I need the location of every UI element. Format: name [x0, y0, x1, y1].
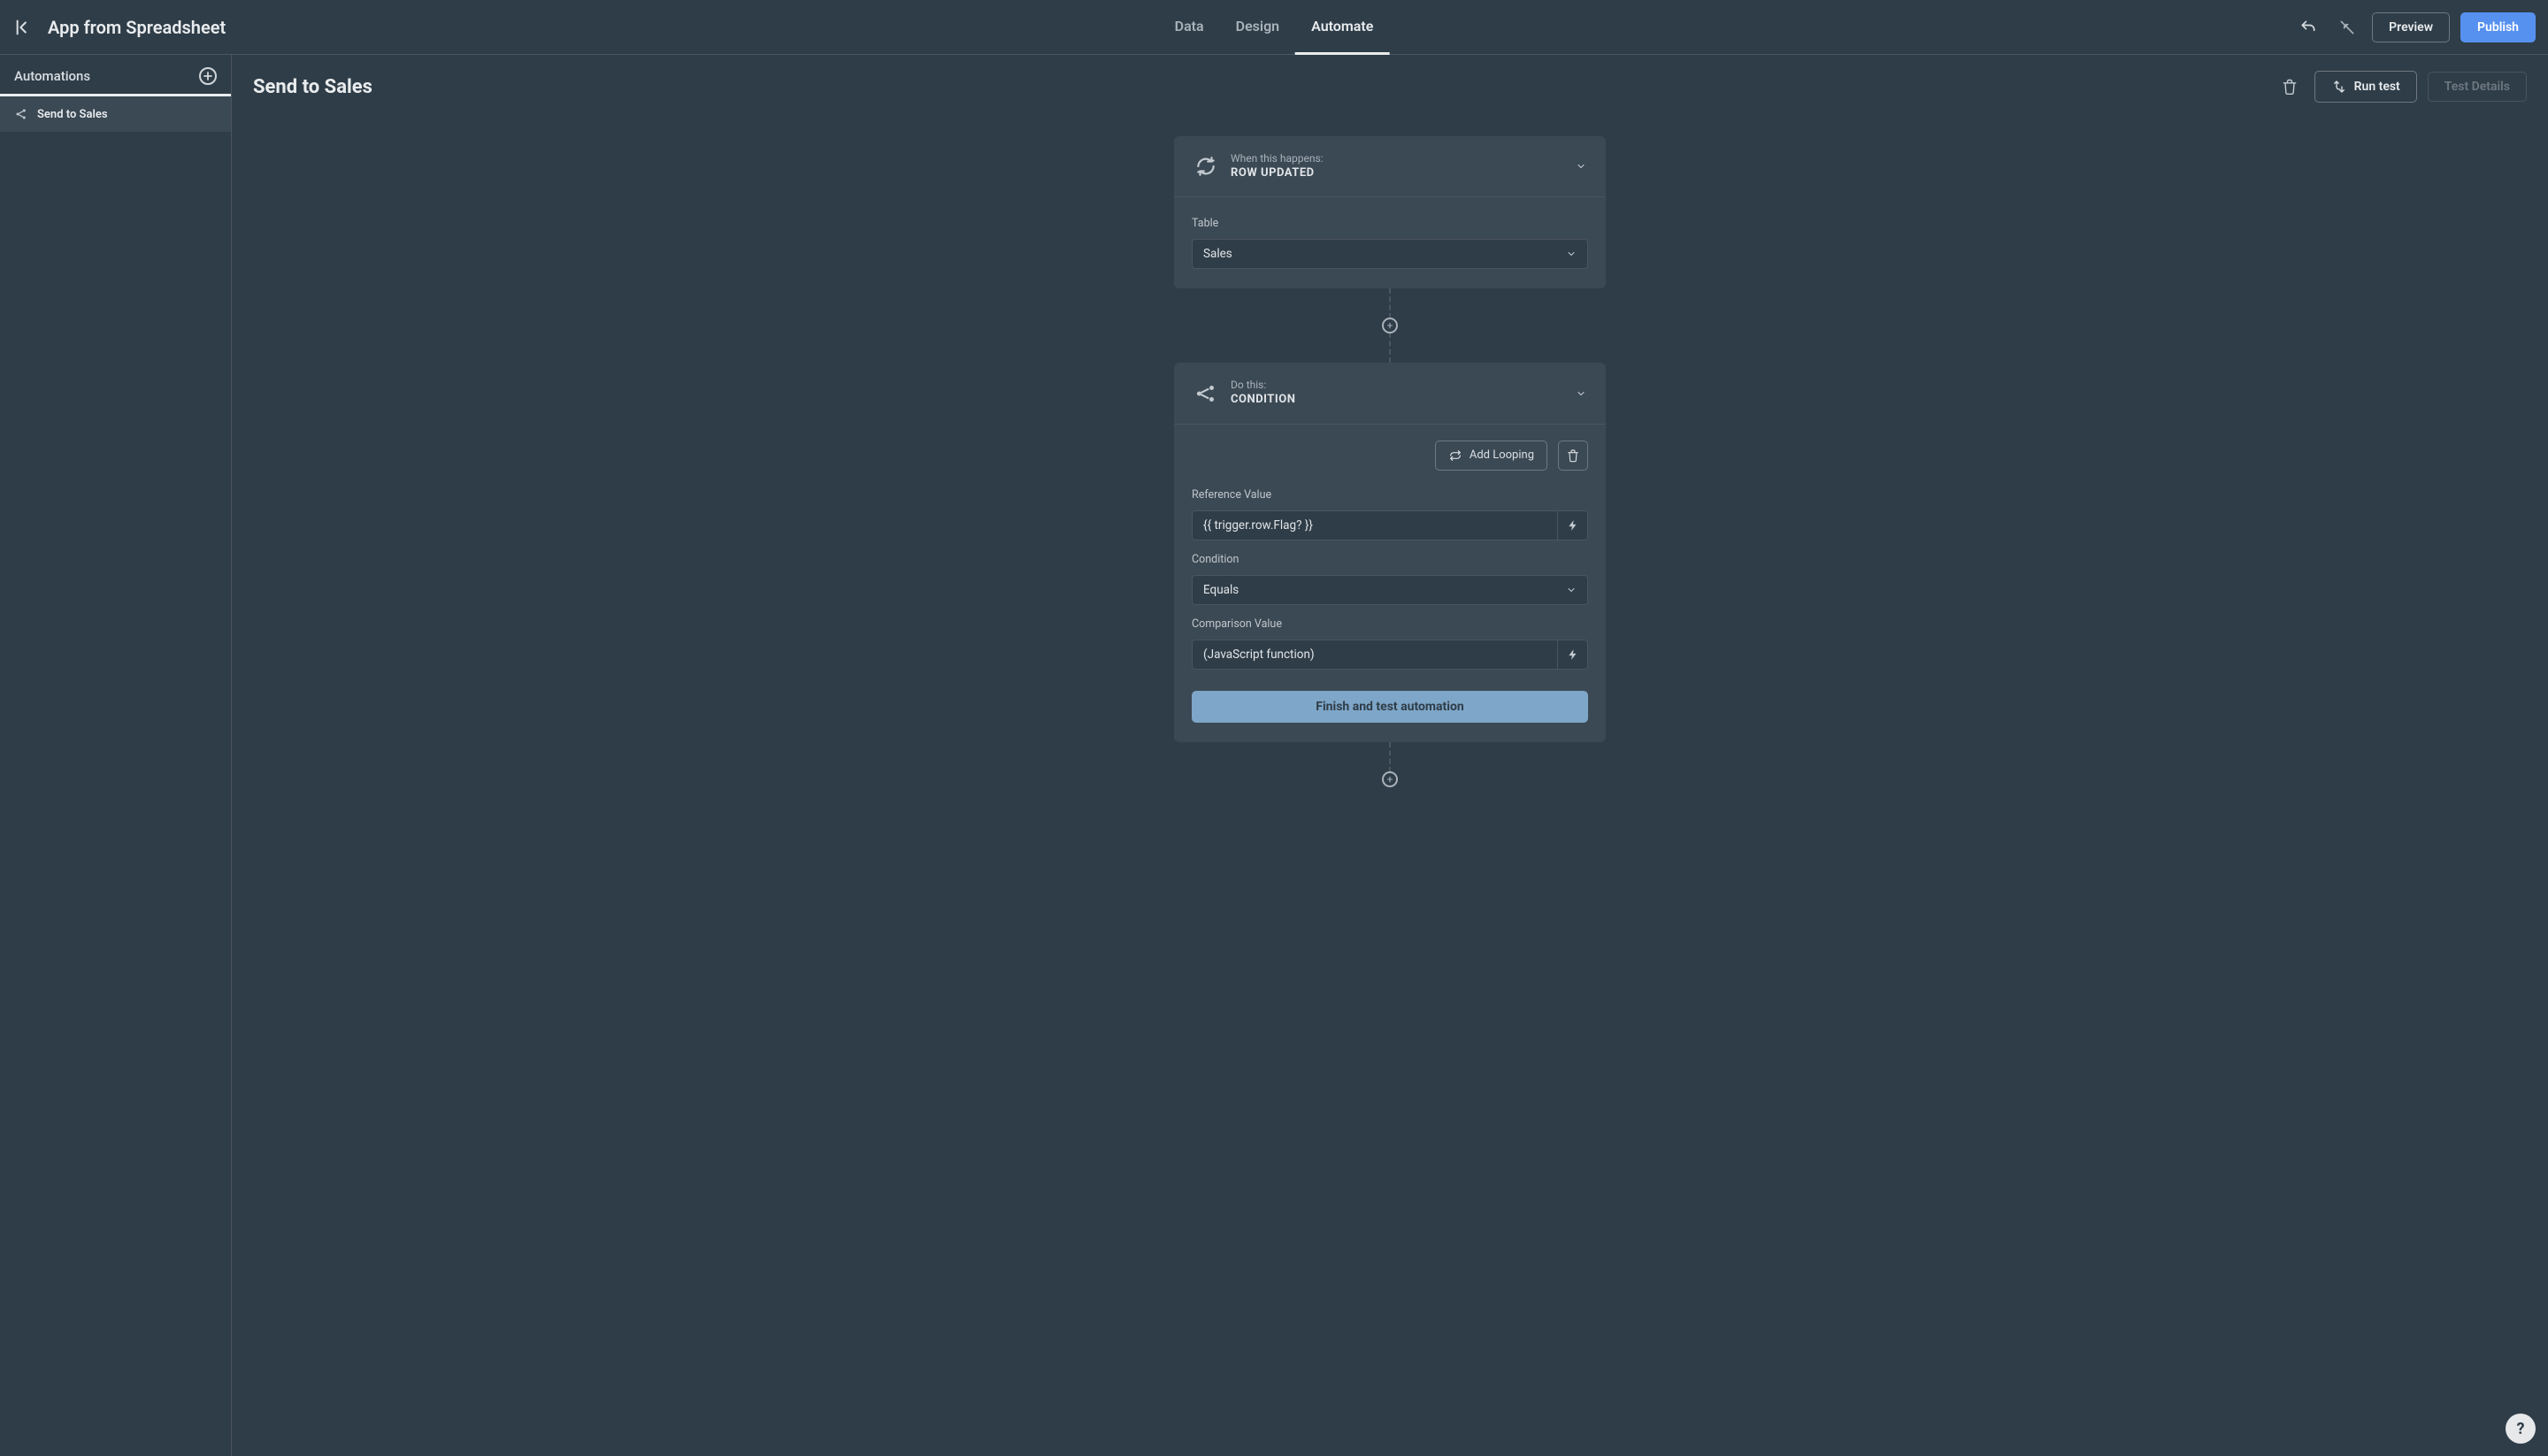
- reference-value-text: {{ trigger.row.Flag? }}: [1203, 518, 1313, 533]
- chevron-down-icon: [1566, 585, 1577, 595]
- chevron-down-icon: [1576, 161, 1586, 172]
- canvas: Send to Sales Run test Test Details: [232, 55, 2548, 1456]
- preview-button[interactable]: Preview: [2372, 12, 2450, 42]
- comparison-value-label: Comparison Value: [1192, 617, 1588, 631]
- condition-field-label: Condition: [1192, 553, 1588, 566]
- delete-step-button[interactable]: [1558, 441, 1588, 471]
- trash-icon: [1566, 448, 1580, 463]
- chevron-down-icon: [1566, 249, 1577, 259]
- undo-icon[interactable]: [2294, 13, 2322, 42]
- comparison-value-input[interactable]: (JavaScript function): [1192, 640, 1558, 670]
- page-title: Send to Sales: [253, 76, 372, 98]
- condition-select-value: Equals: [1203, 583, 1239, 597]
- reference-value-bolt-button[interactable]: [1558, 510, 1588, 540]
- sidebar-title: Automations: [14, 68, 90, 84]
- reference-value-label: Reference Value: [1192, 488, 1588, 502]
- run-test-icon: [2331, 79, 2347, 95]
- reference-value-input[interactable]: {{ trigger.row.Flag? }}: [1192, 510, 1558, 540]
- app-title: App from Spreadsheet: [48, 17, 226, 38]
- canvas-header: Send to Sales Run test Test Details: [232, 55, 2548, 111]
- trigger-card: When this happens: ROW UPDATED Table Sal…: [1174, 136, 1606, 288]
- trigger-title: ROW UPDATED: [1231, 166, 1324, 181]
- tab-data[interactable]: Data: [1159, 0, 1220, 55]
- top-tabs: Data Design Automate: [1159, 0, 1390, 55]
- flow-connector: [1389, 333, 1391, 363]
- sidebar-item-label: Send to Sales: [37, 108, 108, 121]
- condition-card: Do this: CONDITION Add Looping: [1174, 363, 1606, 741]
- back-icon[interactable]: [12, 16, 35, 39]
- test-details-button: Test Details: [2428, 72, 2527, 102]
- add-automation-icon[interactable]: [199, 67, 217, 85]
- flow-area: When this happens: ROW UPDATED Table Sal…: [232, 111, 2548, 1456]
- add-looping-label: Add Looping: [1470, 448, 1534, 462]
- comparison-value-text: (JavaScript function): [1203, 648, 1315, 662]
- table-field-label: Table: [1192, 217, 1588, 230]
- action-supertitle: Do this:: [1231, 379, 1295, 393]
- condition-card-header[interactable]: Do this: CONDITION: [1174, 363, 1606, 424]
- add-step-icon[interactable]: +: [1382, 318, 1398, 333]
- trigger-supertitle: When this happens:: [1231, 152, 1324, 166]
- sidebar-item-send-to-sales[interactable]: Send to Sales: [0, 96, 231, 132]
- tab-automate[interactable]: Automate: [1295, 0, 1389, 55]
- action-title: CONDITION: [1231, 393, 1295, 408]
- sidebar: Automations Send to Sales: [0, 55, 232, 1456]
- chevron-down-icon: [1576, 388, 1586, 399]
- bolt-icon: [1567, 648, 1579, 661]
- delete-automation-icon[interactable]: [2276, 73, 2304, 101]
- add-looping-button[interactable]: Add Looping: [1435, 441, 1547, 471]
- run-test-button[interactable]: Run test: [2314, 71, 2417, 103]
- looping-icon: [1448, 448, 1462, 463]
- theme-toggle-icon[interactable]: [2333, 13, 2361, 42]
- publish-button[interactable]: Publish: [2460, 12, 2536, 42]
- canvas-actions: Run test Test Details: [2276, 71, 2527, 103]
- condition-icon: [1193, 381, 1218, 406]
- add-step-icon[interactable]: +: [1382, 771, 1398, 787]
- trigger-card-header[interactable]: When this happens: ROW UPDATED: [1174, 136, 1606, 197]
- bolt-icon: [1567, 519, 1579, 532]
- help-button[interactable]: ?: [2506, 1414, 2536, 1444]
- condition-select[interactable]: Equals: [1192, 575, 1588, 605]
- share-icon: [14, 107, 28, 121]
- table-select[interactable]: Sales: [1192, 239, 1588, 269]
- topbar-right: Preview Publish: [2294, 12, 2536, 42]
- comparison-value-bolt-button[interactable]: [1558, 640, 1588, 670]
- finish-and-test-button[interactable]: Finish and test automation: [1192, 691, 1588, 723]
- topbar: App from Spreadsheet Data Design Automat…: [0, 0, 2548, 55]
- table-select-value: Sales: [1203, 247, 1232, 261]
- flow-connector: [1389, 288, 1391, 318]
- row-updated-icon: [1193, 154, 1218, 179]
- sidebar-header: Automations: [0, 55, 231, 96]
- tab-design[interactable]: Design: [1220, 0, 1295, 55]
- flow-connector: [1389, 742, 1391, 772]
- run-test-label: Run test: [2354, 80, 2400, 94]
